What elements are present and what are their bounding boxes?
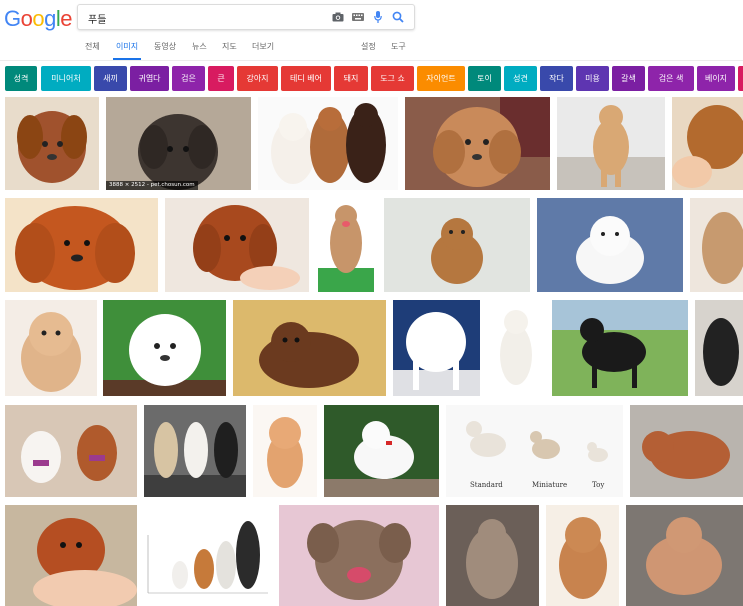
image-result[interactable]	[393, 300, 480, 396]
chip[interactable]: 자이언트	[417, 66, 465, 91]
logo-letter: G	[4, 6, 21, 31]
image-result[interactable]	[630, 405, 743, 497]
tab-tools[interactable]: 도구	[391, 40, 406, 58]
chip[interactable]: 검은	[172, 66, 205, 91]
image-result[interactable]	[690, 198, 743, 292]
image-result[interactable]	[324, 405, 439, 497]
image-result[interactable]	[446, 505, 539, 606]
chip[interactable]: 작다	[540, 66, 573, 91]
microphone-icon[interactable]	[370, 9, 386, 25]
chip[interactable]: 큰	[208, 66, 234, 91]
image-result[interactable]	[103, 300, 226, 396]
chip[interactable]: 성견	[504, 66, 537, 91]
image-result[interactable]	[253, 405, 317, 497]
image-result[interactable]	[144, 405, 246, 497]
chip[interactable]: 성격	[5, 66, 37, 91]
image-result[interactable]	[695, 300, 743, 396]
image-result[interactable]	[5, 97, 99, 190]
chip[interactable]	[738, 66, 743, 91]
image-result[interactable]	[672, 97, 743, 190]
chip[interactable]: 돼지	[334, 66, 368, 91]
image-result[interactable]	[258, 97, 398, 190]
camera-icon[interactable]	[330, 9, 346, 25]
search-input[interactable]	[86, 8, 320, 28]
image-result[interactable]	[5, 505, 137, 606]
image-result[interactable]	[5, 198, 158, 292]
search-box	[77, 4, 415, 30]
image-result[interactable]	[5, 300, 97, 396]
image-result[interactable]	[486, 300, 545, 396]
tab-news[interactable]: 뉴스	[192, 40, 207, 58]
chip[interactable]: 새끼	[94, 66, 127, 91]
search-tabs: 전체 이미지 동영상 뉴스 지도 더보기 설정 도구	[0, 38, 743, 61]
image-result[interactable]	[557, 97, 665, 190]
related-chips: 성격 미니어처 새끼 귀엽다 검은 큰 강아지 테디 베어 돼지 도그 쇼 자이…	[5, 66, 743, 91]
image-result[interactable]	[5, 405, 137, 497]
tab-images[interactable]: 이미지	[113, 40, 142, 60]
chip[interactable]: 검은 색	[648, 66, 694, 91]
tab-videos[interactable]: 동영상	[154, 40, 176, 58]
chart-label-miniature: Miniature	[532, 481, 567, 489]
tab-more[interactable]: 더보기	[252, 40, 274, 58]
chip[interactable]: 테디 베어	[281, 66, 331, 91]
image-result[interactable]	[144, 505, 272, 606]
image-size-caption: 3888 × 2512 - pet.chosun.com	[106, 181, 198, 190]
chip[interactable]: 베이지	[697, 66, 735, 91]
image-result[interactable]	[537, 198, 683, 292]
image-result[interactable]	[165, 198, 309, 292]
chip[interactable]: 갈색	[612, 66, 645, 91]
image-result[interactable]	[233, 300, 386, 396]
logo-letter: g	[44, 6, 56, 31]
image-result[interactable]	[552, 300, 688, 396]
logo-letter: e	[60, 6, 73, 31]
chip[interactable]: 미용	[576, 66, 609, 91]
tab-all[interactable]: 전체	[85, 40, 100, 58]
logo-letter: o	[32, 6, 45, 31]
chip[interactable]: 도그 쇼	[371, 66, 414, 91]
chip[interactable]: 강아지	[237, 66, 278, 91]
image-result[interactable]	[279, 505, 439, 606]
image-result[interactable]	[384, 198, 530, 292]
chip[interactable]: 미니어처	[41, 66, 91, 91]
image-result[interactable]	[314, 198, 378, 292]
chip[interactable]: 토이	[468, 66, 501, 91]
chip[interactable]: 귀엽다	[130, 66, 169, 91]
chart-label-toy: Toy	[592, 481, 604, 489]
tab-settings[interactable]: 설정	[361, 40, 376, 58]
image-result[interactable]: 3888 × 2512 - pet.chosun.com	[106, 97, 251, 190]
google-logo[interactable]: Google	[4, 6, 73, 32]
image-results-grid: 3888 × 2512 - pet.chosun.com Standard Mi…	[0, 97, 743, 606]
logo-letter: o	[20, 6, 33, 31]
image-result[interactable]	[546, 505, 619, 606]
keyboard-icon[interactable]	[350, 9, 366, 25]
search-icon[interactable]	[390, 9, 406, 25]
image-result[interactable]	[405, 97, 550, 190]
tab-maps[interactable]: 지도	[222, 40, 237, 58]
image-result[interactable]: Standard Miniature Toy	[446, 405, 623, 497]
chart-label-standard: Standard	[470, 481, 503, 489]
image-result[interactable]	[626, 505, 743, 606]
